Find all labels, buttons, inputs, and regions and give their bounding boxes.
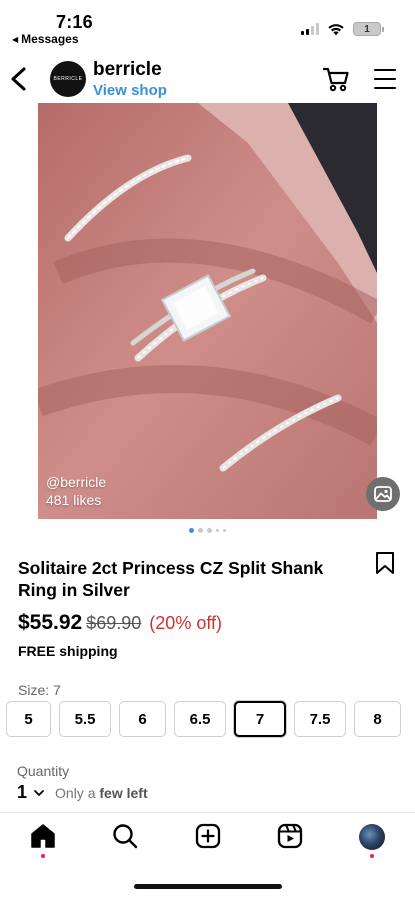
battery-level: 1 [364,23,370,35]
product-title: Solitaire 2ct Princess CZ Split Shank Ri… [18,558,324,600]
size-selector: 5 5.5 6 6.5 7 7.5 8 [6,701,401,737]
stock-note-emphasis: few left [99,784,148,801]
ring-photo [38,103,377,519]
cart-icon[interactable] [322,65,350,93]
size-label: Size: 7 [18,682,61,698]
product-image[interactable]: @berricle 481 likes [38,103,377,519]
quantity-label: Quantity [17,763,70,779]
home-indicator[interactable] [134,884,282,889]
image-likes: 481 likes [46,492,102,508]
carousel-dot [189,528,194,533]
nav-reels[interactable] [275,822,305,862]
carousel-dot [223,529,226,532]
shop-avatar[interactable]: BERRICLE [50,61,86,97]
search-icon [113,824,138,849]
back-triangle-icon: ◀ [12,34,19,44]
nav-create[interactable] [193,822,223,862]
nav-home[interactable] [28,822,58,862]
size-option[interactable]: 8 [354,701,401,737]
home-icon [31,824,55,848]
quantity-value[interactable]: 1 [17,782,27,803]
nav-search[interactable] [110,822,140,862]
hamburger-menu-icon[interactable] [374,69,396,89]
carousel-dot [198,528,203,533]
wifi-icon [328,24,344,36]
carousel-dots[interactable] [189,528,226,533]
image-handle: @berricle [46,474,107,490]
create-icon [195,823,221,849]
back-arrow-icon[interactable] [8,65,30,93]
current-price: $55.92 [18,611,83,634]
notification-dot [370,854,374,858]
nav-divider [0,812,415,813]
stock-note-prefix: Only a [55,784,96,801]
size-option[interactable]: 5 [6,701,51,737]
battery-icon: 1 [353,22,384,36]
chevron-down-icon[interactable] [33,787,45,799]
carousel-dot [207,528,212,533]
image-overlay: @berricle 481 likes [46,473,106,509]
size-option[interactable]: 7.5 [294,701,346,737]
status-time: 7:16 [56,12,93,32]
status-indicators: 1 [301,22,384,36]
price-row: $55.92 $69.90 (20% off) [18,611,222,635]
bottom-nav [0,822,415,866]
back-app-label: Messages [21,32,79,46]
size-option[interactable]: 5.5 [59,701,111,737]
quantity-selector[interactable]: 1 Only a few left [17,782,148,803]
nav-profile[interactable] [357,822,387,862]
size-option-selected[interactable]: 7 [234,701,286,737]
size-option[interactable]: 6.5 [174,701,226,737]
stock-note: Only a few left [55,785,148,801]
shop-name[interactable]: berricle [93,59,162,81]
profile-avatar [359,824,385,850]
carousel-dot [216,529,219,532]
original-price: $69.90 [86,613,142,633]
reels-icon [277,823,303,849]
shipping-label: FREE shipping [18,643,118,659]
bookmark-icon[interactable] [374,551,396,575]
view-shop-link[interactable]: View shop [93,82,167,99]
back-to-app-link[interactable]: ◀ Messages [12,32,79,46]
discount-label: (20% off) [149,613,222,633]
status-bar: 7:16 ◀ Messages 1 [0,0,415,48]
cellular-signal-icon [301,23,319,35]
size-option[interactable]: 6 [119,701,166,737]
shop-header: BERRICLE berricle View shop [0,55,415,103]
notification-dot [41,854,45,858]
image-gallery-icon[interactable] [366,477,400,511]
